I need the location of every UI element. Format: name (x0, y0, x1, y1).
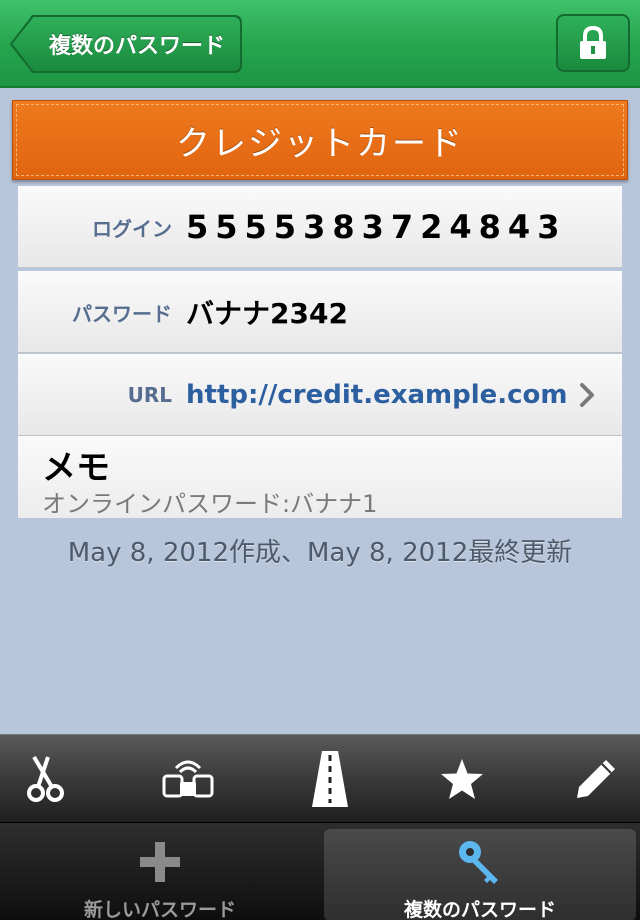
back-button-outline (10, 15, 242, 73)
chevron-right-icon (580, 383, 594, 407)
star-icon (441, 759, 483, 799)
tab-new-password[interactable]: 新しいパスワード (4, 829, 316, 920)
memo-title: メモ (42, 448, 110, 488)
password-row[interactable]: パスワード バナナ2342 (18, 271, 622, 353)
login-label: ログイン (92, 216, 172, 241)
share-icon (162, 760, 214, 798)
memo-section[interactable]: メモ オンラインパスワード:バナナ1 (18, 436, 622, 518)
url-row[interactable]: URL http://credit.example.com (18, 354, 622, 436)
favorite-button[interactable] (422, 735, 502, 823)
road-icon (312, 751, 348, 807)
pencil-icon (577, 760, 615, 798)
url-value[interactable]: http://credit.example.com (186, 354, 568, 436)
memo-text: オンラインパスワード:バナナ1 (42, 490, 378, 518)
plus-icon (140, 842, 180, 882)
navigation-bar: 複数のパスワード (0, 0, 640, 88)
share-button[interactable] (148, 735, 228, 823)
key-icon (459, 841, 498, 884)
tab-bar: 新しいパスワード 複数のパスワード (0, 822, 640, 920)
tab-multiple-passwords[interactable]: 複数のパスワード (324, 829, 636, 920)
tab-new-password-label: 新しいパスワード (83, 899, 236, 920)
entry-title: クレジットカード (176, 123, 464, 164)
login-value: 5555383724843 (186, 208, 567, 246)
entry-title-banner: クレジットカード (12, 100, 628, 180)
action-toolbar (0, 734, 640, 822)
scissors-icon (27, 755, 64, 802)
url-label: URL (127, 383, 172, 407)
tab-multiple-passwords-label: 複数のパスワード (403, 899, 556, 920)
password-value: バナナ2342 (186, 297, 348, 330)
lock-icon (580, 26, 606, 59)
cut-button[interactable] (6, 735, 86, 823)
road-button[interactable] (290, 735, 370, 823)
login-row[interactable]: ログイン 5555383724843 (18, 186, 622, 268)
timestamp-note: May 8, 2012作成、May 8, 2012最終更新 (67, 538, 573, 568)
lock-button[interactable] (556, 14, 630, 72)
edit-button[interactable] (556, 735, 636, 823)
password-label: パスワード (72, 301, 172, 326)
